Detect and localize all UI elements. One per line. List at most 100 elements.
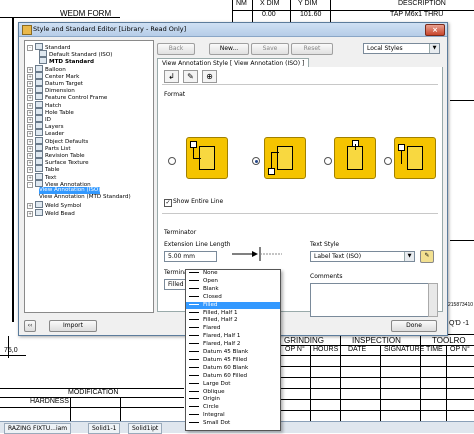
style-tree[interactable]: - Standard Default Standard (ISO) MTD Stand…	[24, 40, 154, 313]
tree-item[interactable]: + Parts List	[27, 143, 71, 152]
tree-item[interactable]: + Layers	[27, 122, 64, 131]
terminator-option[interactable]: Large Dot	[186, 381, 280, 388]
terminator-swatch-icon	[189, 381, 199, 385]
tree-item[interactable]: + Center Mark	[27, 71, 79, 80]
terminator-swatch-icon	[189, 341, 199, 345]
table-value: 101.60	[300, 11, 322, 18]
tree-item[interactable]: + Dimension	[27, 86, 75, 95]
comments-textarea[interactable]	[310, 283, 430, 317]
text-style-select[interactable]: Label Text (ISO) ▼	[310, 251, 415, 262]
table-line	[280, 410, 474, 411]
collapse-toggle-icon[interactable]: ‹‹	[24, 320, 36, 332]
show-entire-line-checkbox[interactable]: ✓	[164, 199, 172, 207]
terminator-option[interactable]: Filled, Half 1	[186, 310, 280, 317]
tree-item[interactable]: View Annotation (MTD Standard)	[39, 194, 131, 201]
format-radio-1[interactable]	[168, 157, 176, 165]
terminator-option-label: Filled	[203, 301, 218, 308]
terminator-option[interactable]: Datum 60 Blank	[186, 365, 280, 372]
tree-item[interactable]: - View Annotation	[27, 179, 91, 188]
tree-item[interactable]: + Text	[27, 172, 56, 181]
terminator-option[interactable]: Origin	[186, 396, 280, 403]
document-tab[interactable]: RAZING FIXTU...iam	[4, 423, 72, 434]
terminator-swatch-icon	[189, 302, 199, 306]
terminator-option[interactable]: Datum 60 Filled	[186, 373, 280, 380]
terminator-option[interactable]: Filled, Half 2	[186, 317, 280, 324]
format-arrow-icon[interactable]: ✎	[183, 70, 198, 83]
terminator-dropdown-list[interactable]: None Open Blank Closed Filled Filled, Half 1F…	[185, 269, 281, 431]
format-option-1-icon[interactable]	[186, 137, 228, 179]
comments-scrollbar[interactable]	[428, 283, 438, 317]
terminator-swatch-icon	[189, 396, 199, 400]
tree-item[interactable]: + Table	[27, 165, 59, 174]
tree-item[interactable]: + Revision Table	[27, 151, 85, 159]
terminator-option[interactable]: Datum 45 Blank	[186, 349, 280, 356]
terminator-option-label: Datum 45 Filled	[203, 356, 248, 363]
back-button[interactable]: Back	[157, 43, 195, 55]
document-tab[interactable]: Solid1ipt	[128, 423, 163, 434]
terminator-option[interactable]: Closed	[186, 294, 280, 301]
terminator-option[interactable]: Datum 45 Filled	[186, 357, 280, 364]
collapse-icon[interactable]: -	[27, 181, 33, 188]
format-radio-3[interactable]	[324, 157, 332, 165]
tree-item[interactable]: + Hatch	[27, 100, 61, 109]
tree-item[interactable]: + Balloon	[27, 64, 66, 73]
format-radio-2[interactable]	[252, 157, 260, 165]
import-button[interactable]: Import	[49, 320, 97, 332]
tree-item[interactable]: + Hole Table	[27, 107, 74, 116]
terminator-option[interactable]: Flared, Half 1	[186, 333, 280, 340]
date-header: DATE	[348, 346, 367, 353]
tree-item[interactable]: + Feature Control Frame	[27, 93, 107, 102]
terminator-option[interactable]: Small Dot	[186, 420, 280, 427]
terminator-option[interactable]: Flared	[186, 325, 280, 332]
tree-item[interactable]: + Object Defaults	[27, 136, 88, 145]
tree-item[interactable]: Default Standard (ISO)	[39, 50, 112, 58]
modification-label: MODIFICATION	[68, 389, 119, 396]
expand-icon[interactable]: +	[27, 210, 33, 217]
terminator-option[interactable]: Circle	[186, 404, 280, 411]
dimension-icon	[35, 86, 43, 94]
terminator-option-label: None	[203, 270, 218, 276]
tree-item[interactable]: + Weld Symbol	[27, 201, 81, 210]
document-tab[interactable]: Solid1-1	[88, 423, 121, 434]
terminator-option[interactable]: None	[186, 270, 280, 277]
terminator-option[interactable]: Oblique	[186, 389, 280, 396]
format-radio-4[interactable]	[384, 157, 392, 165]
tree-item[interactable]: - Standard	[27, 43, 70, 51]
weld-bead-icon	[35, 208, 43, 216]
toolroom-label: TOOLRO	[432, 336, 466, 345]
tree-item[interactable]: + Leader	[27, 129, 64, 138]
leader-icon	[35, 129, 43, 137]
new-button[interactable]: New...	[209, 43, 249, 55]
terminator-option-label: Filled, Half 1	[203, 309, 238, 316]
format-option-2-icon[interactable]	[264, 137, 306, 179]
terminator-option[interactable]: Integral	[186, 412, 280, 419]
title-bar[interactable]: Style and Standard Editor [Library - Rea…	[19, 23, 447, 37]
tree-item[interactable]: + ID	[27, 115, 51, 123]
terminator-option[interactable]: Flared, Half 2	[186, 341, 280, 348]
format-option-3-icon[interactable]	[334, 137, 376, 179]
format-line-icon[interactable]: ↲	[164, 70, 179, 83]
extension-line-length-input[interactable]: 5.00 mm	[164, 251, 217, 262]
tree-item-label: View Annotation (MTD Standard)	[39, 194, 131, 201]
terminator-option[interactable]: Blank	[186, 286, 280, 293]
style-filter-select[interactable]: Local Styles ▼	[363, 43, 440, 54]
tree-item[interactable]: + Weld Bead	[27, 208, 75, 217]
terminator-option[interactable]: Open	[186, 278, 280, 285]
extension-line-length-label: Extension Line Length	[164, 241, 231, 248]
format-frame	[199, 146, 215, 170]
terminator-swatch-icon	[189, 349, 199, 353]
tree-item[interactable]: + Datum Target	[27, 79, 83, 87]
form-title: WEDM FORM	[60, 9, 112, 18]
format-circle-icon[interactable]: ⊕	[202, 70, 217, 83]
reset-button[interactable]: Reset	[291, 43, 333, 55]
save-button[interactable]: Save	[251, 43, 289, 55]
tree-item[interactable]: View Annotation (ISO)	[39, 187, 101, 194]
done-button[interactable]: Done	[391, 320, 437, 332]
tree-item[interactable]: + Surface Texture	[27, 158, 89, 167]
tree-item[interactable]: MTD Standard	[39, 57, 94, 65]
terminator-option[interactable]: Filled	[186, 301, 280, 309]
close-button[interactable]: ×	[425, 24, 445, 36]
edit-text-style-icon[interactable]: ✎	[420, 250, 434, 263]
collapse-icon[interactable]: -	[27, 45, 33, 51]
format-option-4-icon[interactable]	[394, 137, 436, 179]
